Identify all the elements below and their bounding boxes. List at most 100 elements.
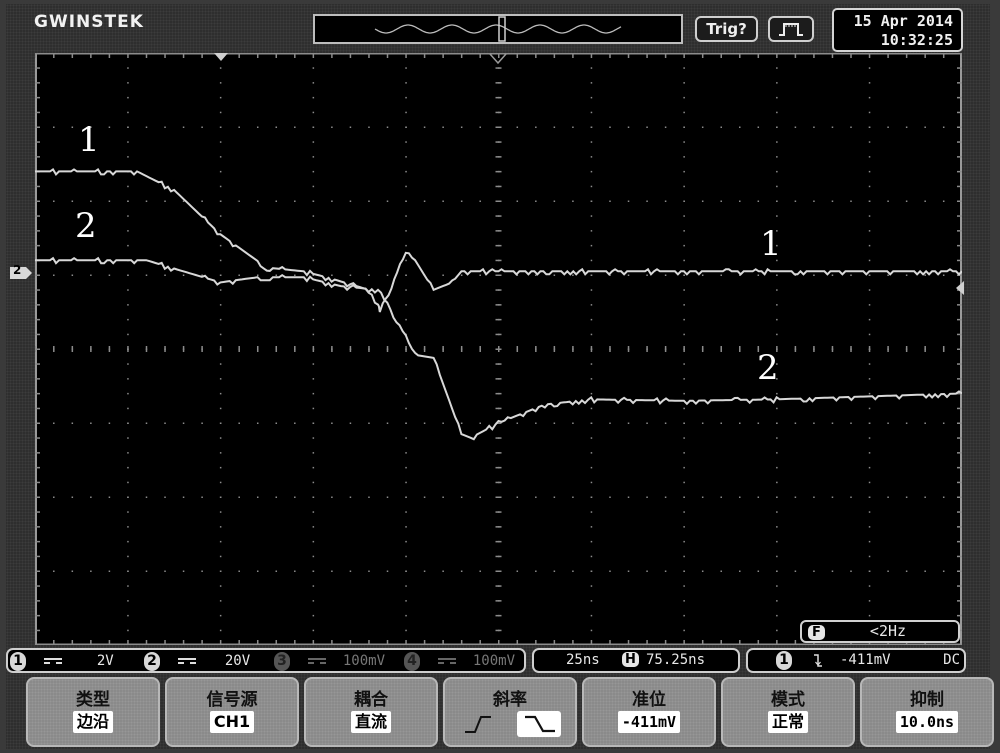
center-tick: [495, 244, 502, 247]
grid-dot: [423, 422, 426, 424]
grid-dot: [238, 570, 240, 572]
channel-2-ground-marker[interactable]: 2: [9, 263, 33, 279]
grid-dot: [776, 82, 778, 84]
grid-dot: [219, 156, 222, 158]
horizontal-position-marker[interactable]: [214, 53, 228, 61]
edge-tick: [957, 437, 962, 439]
grid-dot: [572, 126, 574, 128]
grid-dot: [312, 259, 315, 262]
grid-dot: [776, 466, 778, 469]
channel-1-status[interactable]: 1 2V: [10, 651, 114, 672]
edge-tick: [957, 185, 962, 188]
grid-dot: [164, 496, 166, 498]
timebase-status[interactable]: 25ns H 75.25ns: [532, 648, 740, 673]
center-tick: [423, 346, 426, 352]
grid-dot: [164, 422, 166, 424]
center-tick: [495, 437, 502, 439]
edge-tick: [35, 378, 40, 380]
grid-dot: [590, 67, 593, 69]
edge-tick: [957, 540, 962, 543]
grid-dot: [219, 363, 222, 365]
edge-tick: [957, 96, 962, 99]
grid-dot: [164, 200, 166, 202]
edge-tick: [957, 600, 962, 602]
grid-dot: [776, 511, 778, 513]
falling-edge-icon[interactable]: [521, 713, 557, 735]
grid-dot: [553, 274, 556, 276]
grid-dot: [312, 422, 315, 424]
trigger-coupling-value: DC: [943, 652, 960, 668]
center-tick: [942, 346, 945, 352]
channel-3-scale: 100mV: [342, 653, 386, 669]
grid-dot: [868, 526, 871, 528]
center-tick: [71, 346, 74, 352]
grid-dot: [942, 570, 945, 572]
grid-dot: [868, 481, 871, 484]
grid-dot: [590, 466, 593, 469]
grid-dot: [813, 496, 815, 498]
frequency-badge: F: [808, 625, 825, 640]
softkey-slope[interactable]: 斜率: [443, 677, 577, 747]
grid-dot: [256, 570, 259, 572]
softkey-level[interactable]: 准位 -411mV: [582, 677, 716, 747]
grid-dot: [405, 437, 407, 439]
grid-dot: [868, 407, 871, 410]
softkey-coupling[interactable]: 耦合 直流: [304, 677, 438, 747]
grid-dot: [868, 304, 871, 306]
grid-dot: [294, 200, 296, 202]
grid-dot: [646, 200, 648, 202]
channel-2-status[interactable]: 2 20V: [144, 651, 250, 672]
grid-dot: [868, 318, 871, 321]
grid-dot: [627, 274, 630, 276]
grid-dot: [108, 422, 111, 424]
grid-dot: [683, 185, 685, 188]
grid-dot: [294, 496, 296, 498]
grid-dot: [553, 126, 556, 128]
channel-4-status[interactable]: 4 100mV: [404, 651, 515, 672]
grid-dot: [757, 126, 760, 128]
trigger-point-marker: [489, 53, 507, 65]
softkey-mode[interactable]: 模式 正常: [721, 677, 855, 747]
grid-dot: [182, 422, 185, 424]
grid-dot: [182, 570, 185, 572]
horizontal-position-badge: H: [622, 652, 639, 667]
grid-dot: [312, 600, 315, 602]
grid-dot: [776, 526, 778, 528]
softkey-type[interactable]: 类型 边沿: [26, 677, 160, 747]
grid-dot: [590, 215, 593, 217]
grid-dot: [294, 570, 296, 572]
grid-dot: [71, 422, 74, 424]
trigger-status[interactable]: 1 -411mV DC: [746, 648, 966, 673]
trigger-level-marker[interactable]: [956, 281, 964, 295]
grid-dot: [405, 126, 407, 128]
center-tick: [349, 346, 352, 352]
grid-dot: [219, 170, 222, 173]
grid-dot: [683, 67, 685, 69]
grid-dot: [776, 200, 778, 202]
grid-dot: [924, 570, 926, 572]
grid-dot: [757, 422, 760, 424]
grid-dot: [405, 614, 407, 617]
grid-dot: [442, 274, 444, 276]
grid-dot: [145, 274, 148, 276]
softkey-holdoff[interactable]: 抑制 10.0ns: [860, 677, 994, 747]
grid-dot: [683, 230, 685, 232]
trace-label-ch2-left: 2: [75, 206, 97, 246]
grid-dot: [219, 378, 222, 380]
grid-dot: [219, 407, 222, 410]
center-tick: [294, 346, 296, 352]
grid-dot: [312, 96, 315, 99]
softkey-source[interactable]: 信号源 CH1: [165, 677, 299, 747]
center-tick: [164, 346, 166, 352]
grid-dot: [405, 156, 407, 158]
grid-dot: [739, 422, 741, 424]
center-tick: [460, 346, 463, 352]
grid-dot: [127, 126, 129, 128]
grid-dot: [683, 289, 685, 291]
grid-dot: [590, 274, 593, 276]
center-tick: [609, 346, 611, 352]
rising-edge-icon[interactable]: [463, 713, 499, 735]
grid-dot: [127, 333, 129, 336]
grid-dot: [683, 392, 685, 395]
channel-3-status[interactable]: 3 100mV: [274, 651, 385, 672]
